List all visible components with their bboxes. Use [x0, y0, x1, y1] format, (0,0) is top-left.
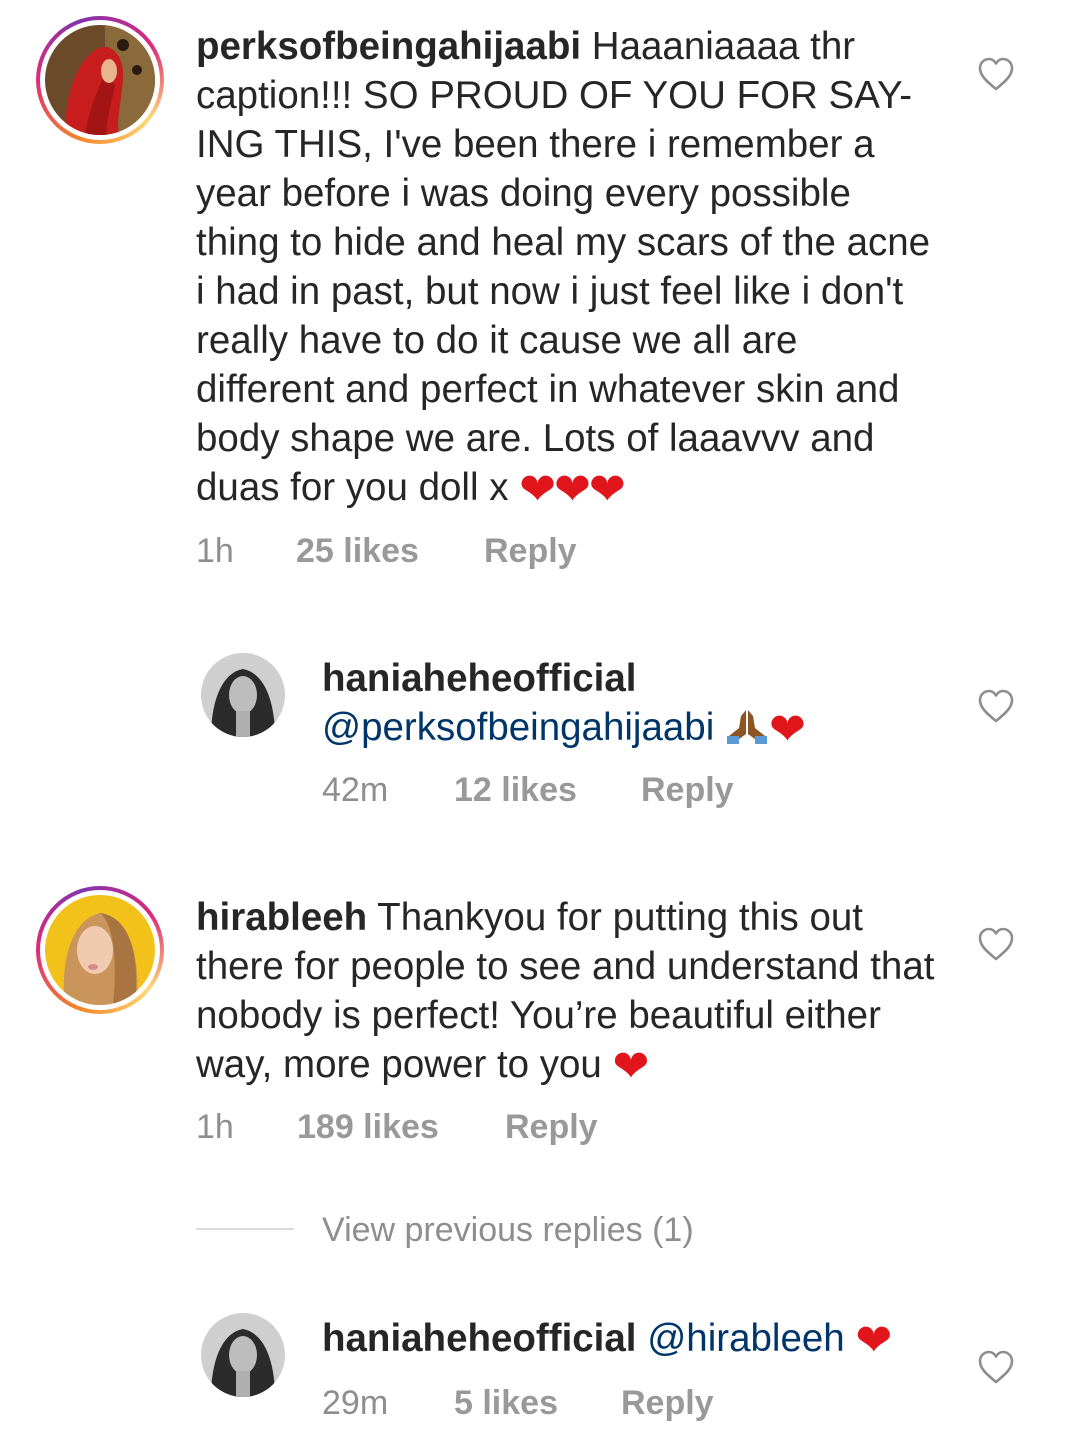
reply-button[interactable]: Reply [505, 1108, 598, 1147]
reply-button[interactable]: Reply [641, 771, 734, 810]
divider-line [196, 1228, 294, 1230]
reply-likes[interactable]: 12 likes [454, 771, 641, 810]
heart-outline-icon[interactable] [977, 1349, 1015, 1385]
comment-username[interactable]: hirableeh [196, 896, 367, 939]
reply-meta: 42m 12 likes Reply [322, 771, 734, 810]
reply-username[interactable]: haniaheheofficial [322, 654, 962, 703]
reply-button[interactable]: Reply [621, 1384, 714, 1423]
avatar[interactable] [201, 1313, 285, 1397]
comment-text: perksofbeingahijaabi Haaaniaaaa thr capt… [196, 22, 941, 514]
comment-time: 1h [196, 1108, 234, 1146]
comment-likes[interactable]: 25 likes [296, 532, 484, 571]
heart-emoji: ❤ [855, 1316, 892, 1365]
folded-hands-emoji [726, 710, 767, 744]
story-ring[interactable] [36, 886, 164, 1014]
heart-emoji: ❤ [768, 705, 806, 754]
mention-link[interactable]: @perksofbeingahijaabi [322, 706, 714, 749]
reply-meta: 29m 5 likes Reply [322, 1384, 714, 1423]
heart-outline-icon[interactable] [977, 56, 1015, 92]
reply-time: 42m [322, 771, 389, 809]
view-previous-replies[interactable]: View previous replies (1) [322, 1211, 694, 1250]
reply-text: haniaheheofficial @perksofbeingahijaabi … [322, 654, 962, 754]
story-ring[interactable] [36, 16, 164, 144]
comment-username[interactable]: perksofbeingahijaabi [196, 25, 581, 68]
reply-username[interactable]: haniaheheofficial [322, 1317, 637, 1360]
reply-time: 29m [322, 1384, 389, 1422]
avatar[interactable] [45, 25, 155, 135]
heart-outline-icon[interactable] [977, 926, 1015, 962]
heart-emoji: ❤ [612, 1042, 650, 1091]
comment-body: Haaaniaaaa thr caption!!! SO PROUD OF YO… [196, 25, 931, 509]
comment-time: 1h [196, 532, 234, 570]
avatar[interactable] [45, 895, 155, 1005]
heart-emoji: ❤❤❤ [519, 465, 626, 514]
comment-meta: 1h 189 likes Reply [196, 1108, 598, 1147]
reply-button[interactable]: Reply [484, 532, 577, 571]
reply-likes[interactable]: 5 likes [454, 1384, 621, 1423]
comment-likes[interactable]: 189 likes [297, 1108, 505, 1147]
reply-text: haniaheheofficial @hirableeh ❤ [322, 1314, 962, 1365]
avatar[interactable] [201, 653, 285, 737]
comment-text: hirableeh Thankyou for putting this out … [196, 893, 941, 1091]
heart-outline-icon[interactable] [977, 688, 1015, 724]
mention-link[interactable]: @hirableeh [647, 1317, 844, 1360]
comment-meta: 1h 25 likes Reply [196, 532, 577, 571]
